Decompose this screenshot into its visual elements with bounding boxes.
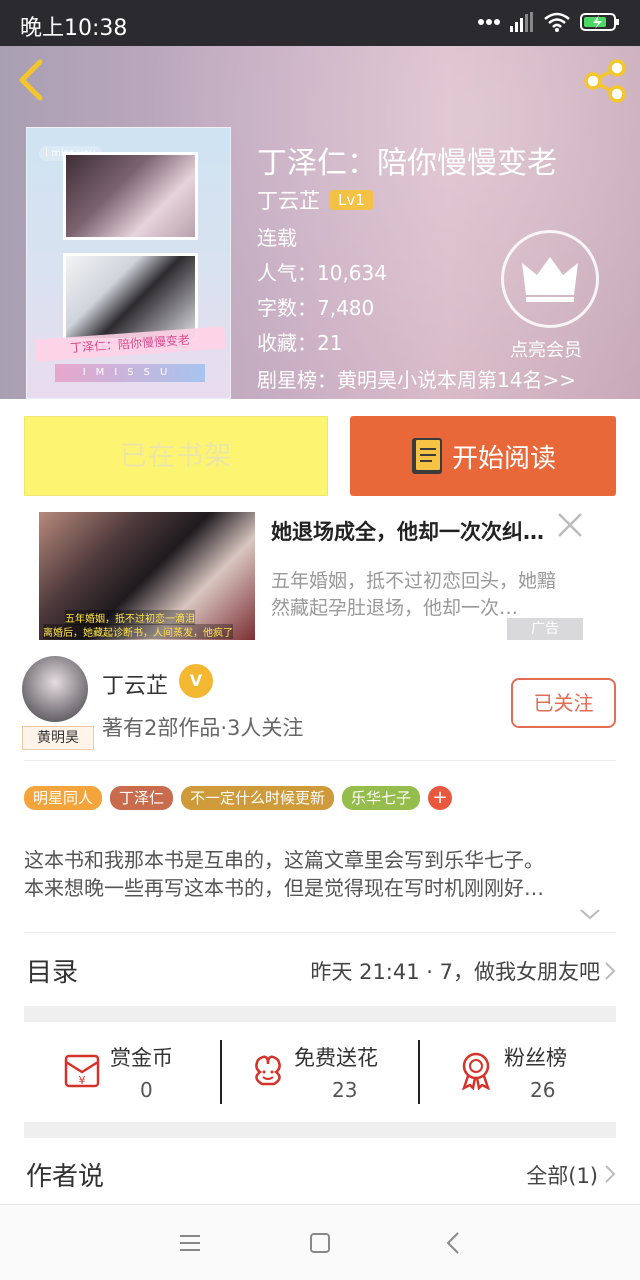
- cover-photo-2: [63, 253, 198, 341]
- section-separator: [24, 1122, 616, 1138]
- book-popularity: 人气：10,634: [257, 261, 387, 285]
- red-envelope-icon: ¥: [64, 1054, 100, 1088]
- table-of-contents-row[interactable]: 目录 昨天 21:41 · 7，做我女朋友吧: [24, 948, 616, 996]
- book-summary[interactable]: 这本书和我那本书是互串的，这篇文章里会写到乐华七子。 本来想晚一些再写这本书的，…: [24, 846, 618, 902]
- tag-item[interactable]: 不一定什么时候更新: [181, 786, 335, 810]
- summary-line-1: 这本书和我那本书是互串的，这篇文章里会写到乐华七子。: [24, 848, 544, 872]
- battery-icon: [580, 13, 619, 31]
- level-badge: Lv1: [330, 190, 373, 210]
- reward-flowers[interactable]: 免费送花 23: [222, 1022, 418, 1132]
- summary-line-2: 本来想晚一些再写这本书的，但是觉得现在写时机刚刚好…: [24, 876, 544, 900]
- book-icon: [411, 438, 442, 474]
- reward-fan-rank-count: 26: [530, 1078, 556, 1102]
- reward-flowers-label: 免费送花: [294, 1046, 378, 1070]
- section-separator: [24, 1006, 616, 1022]
- toc-label: 目录: [26, 958, 79, 988]
- book-favorites: 收藏：21: [257, 331, 343, 355]
- ad-caption-1: 五年婚姻，抵不过初恋一滴泪: [65, 610, 195, 625]
- author-stats: 著有2部作品·3人关注: [102, 716, 304, 740]
- ad-caption-2: 离婚后，她藏起诊断书，人间蒸发，他疯了: [43, 624, 233, 639]
- follow-button[interactable]: 已关注: [511, 678, 616, 728]
- latest-chapter: 昨天 21:41 · 7，做我女朋友吧: [310, 960, 600, 984]
- ad-tag: 广告: [507, 618, 583, 640]
- reward-fan-rank-label: 粉丝榜: [504, 1046, 567, 1070]
- tag-item[interactable]: 丁泽仁: [110, 786, 174, 810]
- book-author[interactable]: 丁云芷: [257, 185, 320, 215]
- close-icon[interactable]: [555, 510, 585, 540]
- divider: [24, 932, 616, 933]
- reward-bar: ¥ 赏金币 0 免费送花 23 粉丝榜 26: [24, 1022, 616, 1132]
- avatar[interactable]: [22, 656, 88, 722]
- chevron-down-icon[interactable]: [578, 904, 602, 924]
- home-icon[interactable]: [306, 1229, 334, 1257]
- start-reading-button[interactable]: 开始阅读: [350, 416, 616, 496]
- tag-list: 明星同人 丁泽仁 不一定什么时候更新 乐华七子 +: [24, 786, 453, 810]
- system-nav-bar: [0, 1204, 640, 1280]
- reward-coins-label: 赏金币: [110, 1046, 173, 1070]
- ad-description: 五年婚姻，抵不过初恋回头，她黯然藏起孕肚退场，他却一次…: [271, 570, 557, 619]
- author-says-row[interactable]: 作者说 全部(1): [24, 1156, 616, 1200]
- verified-icon: V: [179, 664, 213, 698]
- flower-icon: [255, 1055, 281, 1086]
- status-icons: [478, 12, 620, 32]
- on-shelf-button[interactable]: 已在书架: [24, 416, 328, 496]
- book-status: 连载: [257, 226, 297, 250]
- medal-icon: [462, 1052, 490, 1090]
- more-dots-icon: [478, 19, 500, 25]
- avatar-badge: 黄明昊: [22, 726, 94, 750]
- ad-headline[interactable]: 她退场成全，他却一次次纠…: [271, 516, 581, 546]
- book-author-line: 丁云芷 Lv1: [257, 185, 373, 215]
- back-nav-icon[interactable]: [440, 1229, 468, 1257]
- back-icon[interactable]: [14, 58, 50, 102]
- book-cover[interactable]: I miss you 丁泽仁：陪你慢慢变老 IMISSU: [26, 127, 231, 399]
- book-word-count: 字数：7,480: [257, 296, 375, 320]
- author-says-all[interactable]: 全部(1): [526, 1160, 598, 1190]
- reward-coins[interactable]: ¥ 赏金币 0: [24, 1022, 220, 1132]
- chevron-right-icon: [605, 1165, 616, 1183]
- tag-item[interactable]: 明星同人: [24, 786, 103, 810]
- crown-icon: [522, 257, 578, 302]
- tag-item[interactable]: 乐华七子: [342, 786, 421, 810]
- cover-photo-1: [63, 152, 198, 240]
- reward-fan-rank[interactable]: 粉丝榜 26: [420, 1022, 616, 1132]
- menu-icon[interactable]: [176, 1229, 204, 1257]
- author-says-label: 作者说: [26, 1162, 105, 1192]
- reward-coins-count: 0: [140, 1078, 153, 1102]
- status-time: 晚上10:38: [20, 16, 128, 41]
- vip-label: 点亮会员: [510, 340, 582, 361]
- cover-letters: IMISSU: [55, 364, 205, 382]
- book-title: 丁泽仁：陪你慢慢变老: [257, 146, 557, 181]
- reward-flowers-count: 23: [332, 1078, 358, 1102]
- svg-text:¥: ¥: [79, 1074, 86, 1087]
- share-icon[interactable]: [582, 58, 628, 104]
- divider: [24, 760, 616, 761]
- status-bar: 晚上10:38: [0, 0, 640, 46]
- author-name[interactable]: 丁云芷: [102, 668, 168, 700]
- ad-banner[interactable]: 五年婚姻，抵不过初恋一滴泪 离婚后，她藏起诊断书，人间蒸发，他疯了 她退场成全，…: [25, 510, 615, 648]
- book-ranking-link[interactable]: 剧星榜：黄明昊小说本周第14名>>: [257, 364, 576, 393]
- author-section: 黄明昊 丁云芷 V 著有2部作品·3人关注 已关注: [0, 650, 640, 760]
- wifi-icon: [544, 12, 570, 32]
- add-tag-button[interactable]: +: [428, 786, 453, 810]
- start-reading-label: 开始阅读: [451, 443, 556, 474]
- vip-button[interactable]: [501, 230, 599, 328]
- signal-icon: [510, 12, 533, 32]
- chevron-right-icon: [605, 962, 616, 980]
